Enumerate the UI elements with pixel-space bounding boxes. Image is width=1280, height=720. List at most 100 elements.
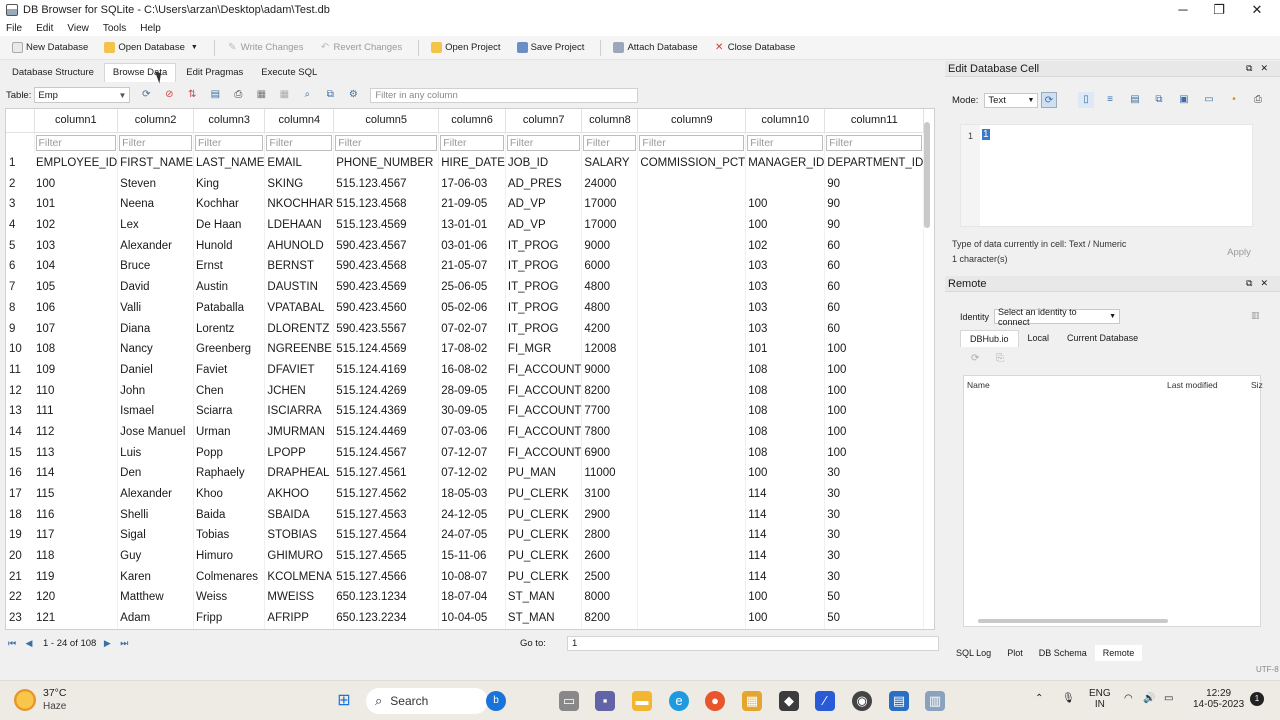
table-cell[interactable]: 6900: [581, 442, 639, 463]
task-view-icon[interactable]: ▭: [559, 691, 579, 711]
table-cell[interactable]: Himuro: [193, 545, 266, 567]
table-cell[interactable]: 07-12-07: [438, 442, 506, 463]
column-header[interactable]: column7: [505, 109, 583, 133]
table-cell[interactable]: 515.127.4561: [333, 463, 440, 484]
table-cell[interactable]: Fripp: [193, 607, 266, 629]
clone-icon[interactable]: ⎘: [996, 353, 1004, 364]
column-header[interactable]: column5: [333, 109, 440, 133]
table-cell[interactable]: EMAIL: [264, 152, 335, 174]
table-cell[interactable]: Lorentz: [193, 318, 266, 339]
table-row[interactable]: 7 105 David Austin DAUSTIN 590.423.4569 25-06-…: [6, 276, 925, 298]
insert-record-icon[interactable]: ▦: [254, 88, 268, 102]
table-cell[interactable]: COMMISSION_PCT: [637, 152, 747, 174]
table-cell[interactable]: FI_ACCOUNT: [505, 442, 583, 463]
table-cell[interactable]: 8200: [581, 607, 639, 629]
table-cell[interactable]: 60: [824, 318, 925, 339]
table-cell[interactable]: Faviet: [193, 359, 266, 381]
row-number[interactable]: 23: [6, 607, 34, 629]
table-cell[interactable]: PHONE_NUMBER: [333, 152, 440, 174]
table-cell[interactable]: 121: [34, 607, 119, 629]
table-cell[interactable]: JMURMAN: [264, 421, 335, 443]
table-cell[interactable]: 108: [745, 442, 826, 463]
export-icon[interactable]: ⧉: [1151, 92, 1167, 108]
table-cell[interactable]: PU_CLERK: [505, 566, 583, 588]
menu-tools[interactable]: Tools: [103, 23, 126, 34]
table-cell[interactable]: 114: [745, 566, 826, 588]
table-cell[interactable]: Ismael: [117, 400, 195, 422]
table-cell[interactable]: Neena: [117, 194, 195, 215]
table-cell[interactable]: 100: [824, 442, 925, 463]
table-cell[interactable]: 650.123.1234: [333, 587, 440, 608]
table-cell[interactable]: FI_MGR: [505, 338, 583, 360]
column-header[interactable]: column8: [581, 109, 639, 133]
table-cell[interactable]: Popp: [193, 442, 266, 463]
attach-database-button[interactable]: Attach Database: [607, 40, 703, 55]
table-cell[interactable]: LPOPP: [264, 442, 335, 463]
table-cell[interactable]: 6000: [581, 256, 639, 277]
table-cell[interactable]: 114: [745, 545, 826, 567]
table-cell[interactable]: 60: [824, 256, 925, 277]
table-cell[interactable]: 515.127.4562: [333, 483, 440, 505]
row-number[interactable]: 7: [6, 276, 34, 298]
last-record-icon[interactable]: ⏭: [117, 636, 131, 650]
row-number[interactable]: 19: [6, 525, 34, 546]
close-database-button[interactable]: ✕ Close Database: [708, 40, 802, 55]
row-number[interactable]: 17: [6, 483, 34, 505]
table-cell[interactable]: AD_PRES: [505, 173, 583, 195]
maximize-button[interactable]: ❐: [1200, 0, 1238, 20]
table-cell[interactable]: 07-12-02: [438, 463, 506, 484]
table-select[interactable]: Emp ▼: [34, 87, 131, 103]
previous-record-icon[interactable]: ◀: [22, 636, 36, 650]
table-cell[interactable]: 100: [824, 380, 925, 401]
taskbar-search[interactable]: ⌕ Search b: [366, 688, 506, 714]
table-cell[interactable]: VPATABAL: [264, 297, 335, 319]
table-cell[interactable]: 515.124.4569: [333, 338, 440, 360]
table-cell[interactable]: Baida: [193, 504, 266, 526]
row-number[interactable]: 21: [6, 566, 34, 588]
chevron-down-icon[interactable]: ▼: [191, 44, 198, 51]
table-cell[interactable]: FIRST_NAME: [117, 152, 195, 174]
table-row[interactable]: 13 111 Ismael Sciarra ISCIARRA 515.124.4369 30…: [6, 400, 925, 422]
table-cell[interactable]: [637, 442, 747, 463]
table-cell[interactable]: 515.127.4566: [333, 566, 440, 588]
table-cell[interactable]: GHIMURO: [264, 545, 335, 567]
table-cell[interactable]: 12008: [581, 338, 639, 360]
identity-select[interactable]: Select an identity to connect ▼: [994, 307, 1121, 327]
volume-icon[interactable]: 🔊: [1143, 693, 1155, 704]
tab-sql-log[interactable]: SQL Log: [948, 645, 999, 661]
table-cell[interactable]: MANAGER_ID: [745, 152, 826, 174]
table-cell[interactable]: Sigal: [117, 525, 195, 546]
row-number[interactable]: 13: [6, 400, 34, 422]
clear-icon[interactable]: •: [1226, 92, 1242, 108]
table-cell[interactable]: FI_ACCOUNT: [505, 359, 583, 381]
table-row[interactable]: 14 112 Jose Manuel Urman JMURMAN 515.124.4469…: [6, 421, 925, 443]
table-cell[interactable]: SKING: [264, 173, 335, 195]
table-cell[interactable]: 30-09-05: [438, 400, 506, 422]
column-filter-input[interactable]: Filter: [639, 134, 745, 151]
table-cell[interactable]: 30: [824, 566, 925, 588]
table-row[interactable]: 21 119 Karen Colmenares KCOLMENA 515.127.4566…: [6, 566, 925, 588]
column-filter-input[interactable]: Filter: [35, 134, 117, 151]
table-cell[interactable]: 05-02-06: [438, 297, 506, 319]
table-cell[interactable]: 25-06-05: [438, 276, 506, 298]
teams-icon[interactable]: ▪: [595, 691, 615, 711]
row-number[interactable]: 12: [6, 380, 34, 401]
column-filter-input[interactable]: Filter: [826, 134, 923, 151]
table-cell[interactable]: 590.423.5567: [333, 318, 440, 339]
notepad-icon[interactable]: ▤: [889, 691, 909, 711]
table-cell[interactable]: 590.423.4569: [333, 276, 440, 298]
table-cell[interactable]: 24-07-05: [438, 525, 506, 546]
table-cell[interactable]: 60: [824, 297, 925, 319]
table-row[interactable]: 10 108 Nancy Greenberg NGREENBE 515.124.4569 1…: [6, 338, 925, 360]
table-cell[interactable]: 30: [824, 525, 925, 546]
goto-input[interactable]: 1: [567, 635, 939, 651]
table-cell[interactable]: 102: [745, 235, 826, 257]
table-cell[interactable]: 8000: [581, 587, 639, 608]
dock-buttons[interactable]: ⧉✕: [1246, 63, 1276, 74]
table-row[interactable]: 23 121 Adam Fripp AFRIPP 650.123.2234 10-04-05…: [6, 607, 925, 629]
table-cell[interactable]: 515.124.4369: [333, 400, 440, 422]
open-project-button[interactable]: Open Project: [425, 40, 506, 55]
table-cell[interactable]: 116: [34, 504, 119, 526]
column-header[interactable]: column10: [745, 109, 826, 133]
table-cell[interactable]: 515.123.4569: [333, 214, 440, 236]
